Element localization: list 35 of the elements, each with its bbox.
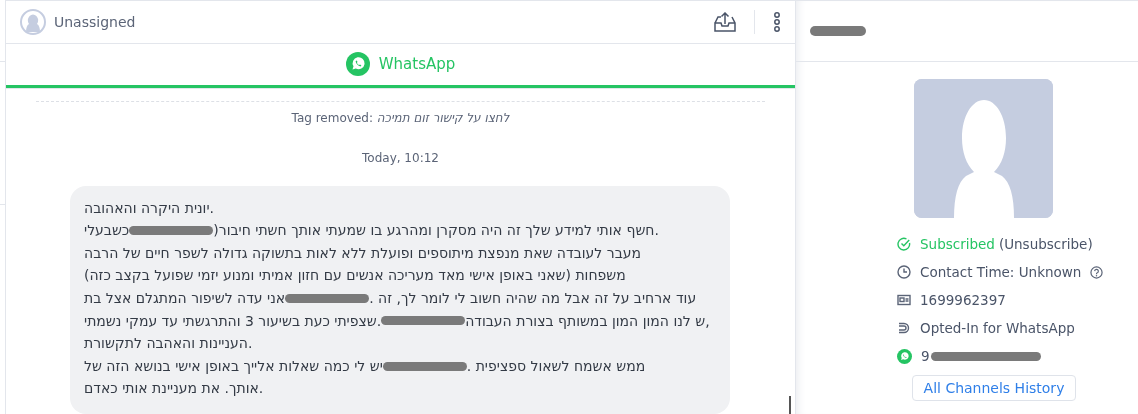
unsubscribe-link[interactable]: (Unsubscribe): [998, 236, 1093, 252]
assignee-label[interactable]: Unassigned: [54, 13, 136, 30]
detail-text: 1699962397: [920, 292, 1006, 308]
message-text: . עוד ארחיב על זה אבל מה שהיה חשוב לי לומר לך, זה: [369, 289, 697, 309]
message-text: העניינות והאהבה לתקשורת.: [84, 334, 253, 354]
message-text: משפחות (שאני באופן אישי מאד מעריכה אנשים עם חזון אמיתי ומנוע יזמי שפועל בקצב כזה): [84, 266, 626, 286]
whatsapp-icon: [345, 52, 370, 77]
id-card-icon: [897, 294, 911, 306]
message-text: יש לי כמה שאלות אלייך באופן אישי בנושא הזה של: [84, 356, 383, 376]
message-text: אני עדה לשיפור המתגלם אצל בת: [84, 289, 286, 309]
subscription-status: Subscribed: [920, 236, 995, 252]
message-text: ): [213, 221, 219, 241]
detail-text: Contact Time: Unknown: [920, 264, 1082, 280]
more-icon[interactable]: [773, 11, 781, 32]
help-icon[interactable]: [1090, 265, 1104, 279]
message-text: ש לנו המון המון במשותף בצורת העבודה,: [465, 311, 710, 331]
whatsapp-icon: [897, 348, 912, 364]
clock-icon: [897, 265, 911, 279]
message-text: יונית היקרה והאהובה.: [84, 198, 214, 218]
inbox-upload-icon[interactable]: [714, 11, 736, 32]
scrollbar[interactable]: [789, 396, 791, 414]
magnet-icon: [897, 321, 911, 335]
message-text: חשף אותי למידע שלך זה היה מסקרן ומהרגע בו שמעתי אותך חשתי חיבור.: [218, 221, 659, 241]
phone-number: 9: [921, 348, 930, 364]
message-text: אותך. את מעניינת אותי כאדם.: [84, 379, 264, 399]
history-button[interactable]: All Channels History: [912, 375, 1076, 401]
message-text: כשבעלי: [84, 221, 130, 241]
message-text: . ממש אשמח לשאול ספציפית: [466, 356, 646, 376]
check-circle-icon: [897, 237, 911, 251]
timestamp: Today, 10:12: [361, 150, 440, 165]
redaction-mark: [810, 26, 866, 36]
message-text: שצפיתי כעת בשיעור 3 והתרגשתי עד עמקי נשמתי.: [84, 311, 382, 331]
avatar-icon: [20, 8, 46, 35]
message-text: מעבר לעובדה שאת מנפצת מיתוספים ופועלת ללא לאות בתשוקה גדולה לשפר חיים של הרבה: [84, 243, 641, 263]
detail-text: Opted-In for WhatsApp: [920, 320, 1075, 336]
